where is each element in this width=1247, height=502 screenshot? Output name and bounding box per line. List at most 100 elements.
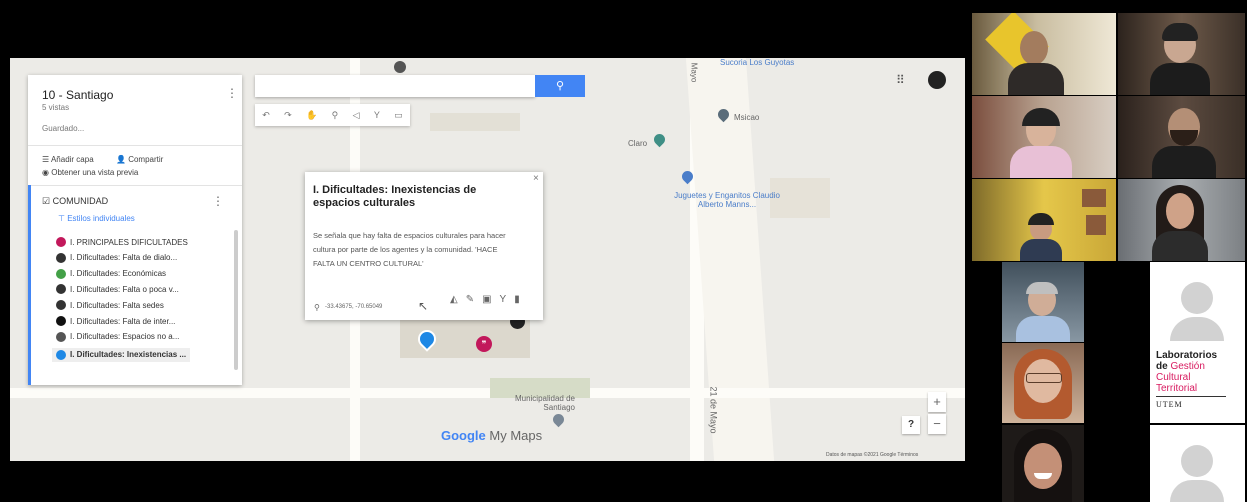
utem-line2a: de (1156, 361, 1171, 372)
zoom-out-button[interactable]: − (928, 414, 946, 434)
add-layer-button[interactable]: ☰ Añadir capa (42, 155, 94, 164)
layer-item[interactable]: I. Dificultades: Falta sedes (56, 300, 164, 311)
layer-item-icon (56, 252, 66, 263)
ruler-icon[interactable]: ▭ (394, 110, 403, 121)
utem-line3: Cultural (1156, 372, 1191, 383)
location-pin-icon: ⚲ (314, 303, 320, 312)
mouse-cursor-icon: ↖ (418, 299, 429, 313)
layer-item-icon (56, 300, 66, 311)
map-search-input[interactable] (255, 75, 535, 97)
video-tile-10[interactable] (1150, 425, 1245, 502)
avatar-placeholder (1181, 282, 1213, 314)
layer-item-label: I. Dificultades: Falta sedes (70, 300, 164, 310)
map-pin-top-icon[interactable] (394, 61, 406, 73)
layers-icon: ☰ (42, 155, 50, 164)
layer-item-label: I. PRINCIPALES DIFICULTADES (70, 237, 188, 247)
video-tile-9[interactable] (1002, 425, 1084, 502)
help-button[interactable]: ? (902, 416, 920, 434)
feature-info-popup: × I. Dificultades: Inexistencias de espa… (305, 172, 543, 320)
layer-name-label: COMUNIDAD (52, 196, 109, 206)
popup-close-button[interactable]: × (533, 173, 539, 184)
video-tile-1[interactable] (972, 13, 1116, 95)
layer-item-icon (56, 331, 66, 342)
video-tile-8[interactable] (1002, 343, 1084, 423)
street-label-top: Mayo (689, 62, 699, 83)
popup-coordinates: -33.43675, -70.65049 (325, 304, 383, 310)
map-label-juguetes: Juguetes y Enganitos Claudio Alberto Man… (674, 191, 780, 209)
layer-name[interactable]: ☑ COMUNIDAD (42, 196, 108, 207)
video-tile-7[interactable] (1002, 262, 1084, 342)
video-tile-4[interactable] (1118, 96, 1245, 178)
search-icon: ⚲ (555, 80, 565, 92)
paint-roller-icon: ⊤ (58, 214, 65, 223)
layer-item[interactable]: I. Dificultades: Espacios no a... (56, 331, 180, 342)
preview-button[interactable]: ◉ Obtener una vista previa (42, 168, 138, 177)
layer-item-label: I. Dificultades: Inexistencias ... (70, 350, 187, 360)
layer-item-label: I. Dificultades: Económicas (70, 269, 167, 279)
map-toolbar: ↶ ↷ ✋ ⚲ ◁ Y ▭ (255, 104, 410, 126)
marker-icon[interactable]: ⚲ (332, 110, 339, 121)
trash-icon[interactable]: ▮ (514, 294, 520, 305)
individual-styles-link[interactable]: ⊤ Estilos individuales (58, 214, 135, 223)
search-button[interactable]: ⚲ (535, 75, 585, 97)
paint-bucket-icon[interactable]: ◭ (450, 294, 458, 305)
add-person-icon: 👤 (116, 155, 126, 164)
map-views: 5 vistas (42, 103, 70, 112)
undo-icon[interactable]: ↶ (262, 110, 270, 121)
utem-line1: Laboratorios (1156, 350, 1218, 361)
layer-item[interactable]: I. Dificultades: Falta o poca v... (56, 284, 179, 295)
share-label: Compartir (128, 155, 164, 164)
video-tile-6[interactable] (1118, 179, 1245, 261)
map-label-claro: Claro (628, 139, 648, 148)
apps-grid-icon[interactable]: ⠿ (896, 73, 905, 87)
layer-item-icon (56, 268, 66, 279)
quote-pin-icon[interactable]: ❞ (476, 336, 492, 352)
layer-item[interactable]: I. Dificultades: Falta de inter... (56, 316, 175, 326)
layer-item[interactable]: I. PRINCIPALES DIFICULTADES (56, 237, 188, 247)
layers-panel: 10 - Santiago ⋮ 5 vistas Guardado... ☰ A… (28, 75, 242, 385)
layer-item[interactable]: I. Dificultades: Económicas (56, 268, 167, 279)
camera-icon[interactable]: ▣ (482, 294, 491, 305)
account-avatar[interactable] (928, 71, 946, 89)
save-status: Guardado... (42, 124, 85, 133)
layer-item[interactable]: I. Dificultades: Inexistencias ... (52, 347, 191, 362)
video-tile-2[interactable] (1118, 13, 1245, 95)
google-my-maps-logo: Google My Maps (441, 428, 542, 443)
layer-item-icon (56, 237, 66, 247)
popup-title: I. Dificultades: Inexistencias de espaci… (313, 184, 477, 209)
directions-icon[interactable]: Y (500, 294, 507, 305)
layer-item-icon (56, 349, 66, 360)
map-options-icon[interactable]: ⋮ (226, 86, 238, 100)
edit-pencil-icon[interactable]: ✎ (466, 294, 474, 305)
utem-line4: Territorial (1156, 383, 1198, 394)
layer-options-icon[interactable]: ⋮ (212, 194, 224, 208)
redo-icon[interactable]: ↷ (284, 110, 292, 121)
utem-logo-tile[interactable]: Laboratorios de Gestión Cultural Territo… (1150, 262, 1245, 423)
avatar-placeholder-2 (1181, 445, 1213, 477)
video-tile-5[interactable] (972, 179, 1116, 261)
add-layer-label: Añadir capa (50, 155, 94, 164)
layer-item-label: I. Dificultades: Falta de inter... (70, 316, 176, 326)
utem-line5: UTEM (1156, 400, 1183, 409)
route-icon[interactable]: Y (374, 110, 380, 120)
video-tile-3[interactable] (972, 96, 1116, 178)
map-title[interactable]: 10 - Santiago (42, 88, 113, 102)
layer-item-icon (56, 316, 66, 326)
share-button[interactable]: 👤 Compartir (116, 155, 163, 164)
map-attribution[interactable]: Datos de mapas ©2021 Google Términos (826, 452, 918, 458)
layer-checkbox-icon[interactable]: ☑ (42, 196, 50, 206)
utem-line2b: Gestión (1170, 361, 1205, 372)
scrollbar[interactable] (234, 230, 238, 370)
map-label-msicao: Msicao (734, 113, 760, 122)
zoom-in-button[interactable]: + (928, 392, 946, 412)
map-label-municipalidad: Municipalidad de Santiago (514, 394, 575, 412)
hand-icon[interactable]: ✋ (306, 110, 317, 121)
line-icon[interactable]: ◁ (353, 110, 360, 121)
layer-item[interactable]: I. Dificultades: Falta de dialo... (56, 252, 178, 263)
layer-item-icon (56, 284, 66, 295)
map-label-top-cut: Sucoria Los Guyotas (720, 58, 795, 67)
avatar-placeholder-body (1170, 317, 1224, 341)
layer-item-label: I. Dificultades: Falta de dialo... (70, 253, 178, 263)
layer-item-label: I. Dificultades: Espacios no a... (70, 332, 180, 342)
eye-icon: ◉ (42, 168, 49, 177)
